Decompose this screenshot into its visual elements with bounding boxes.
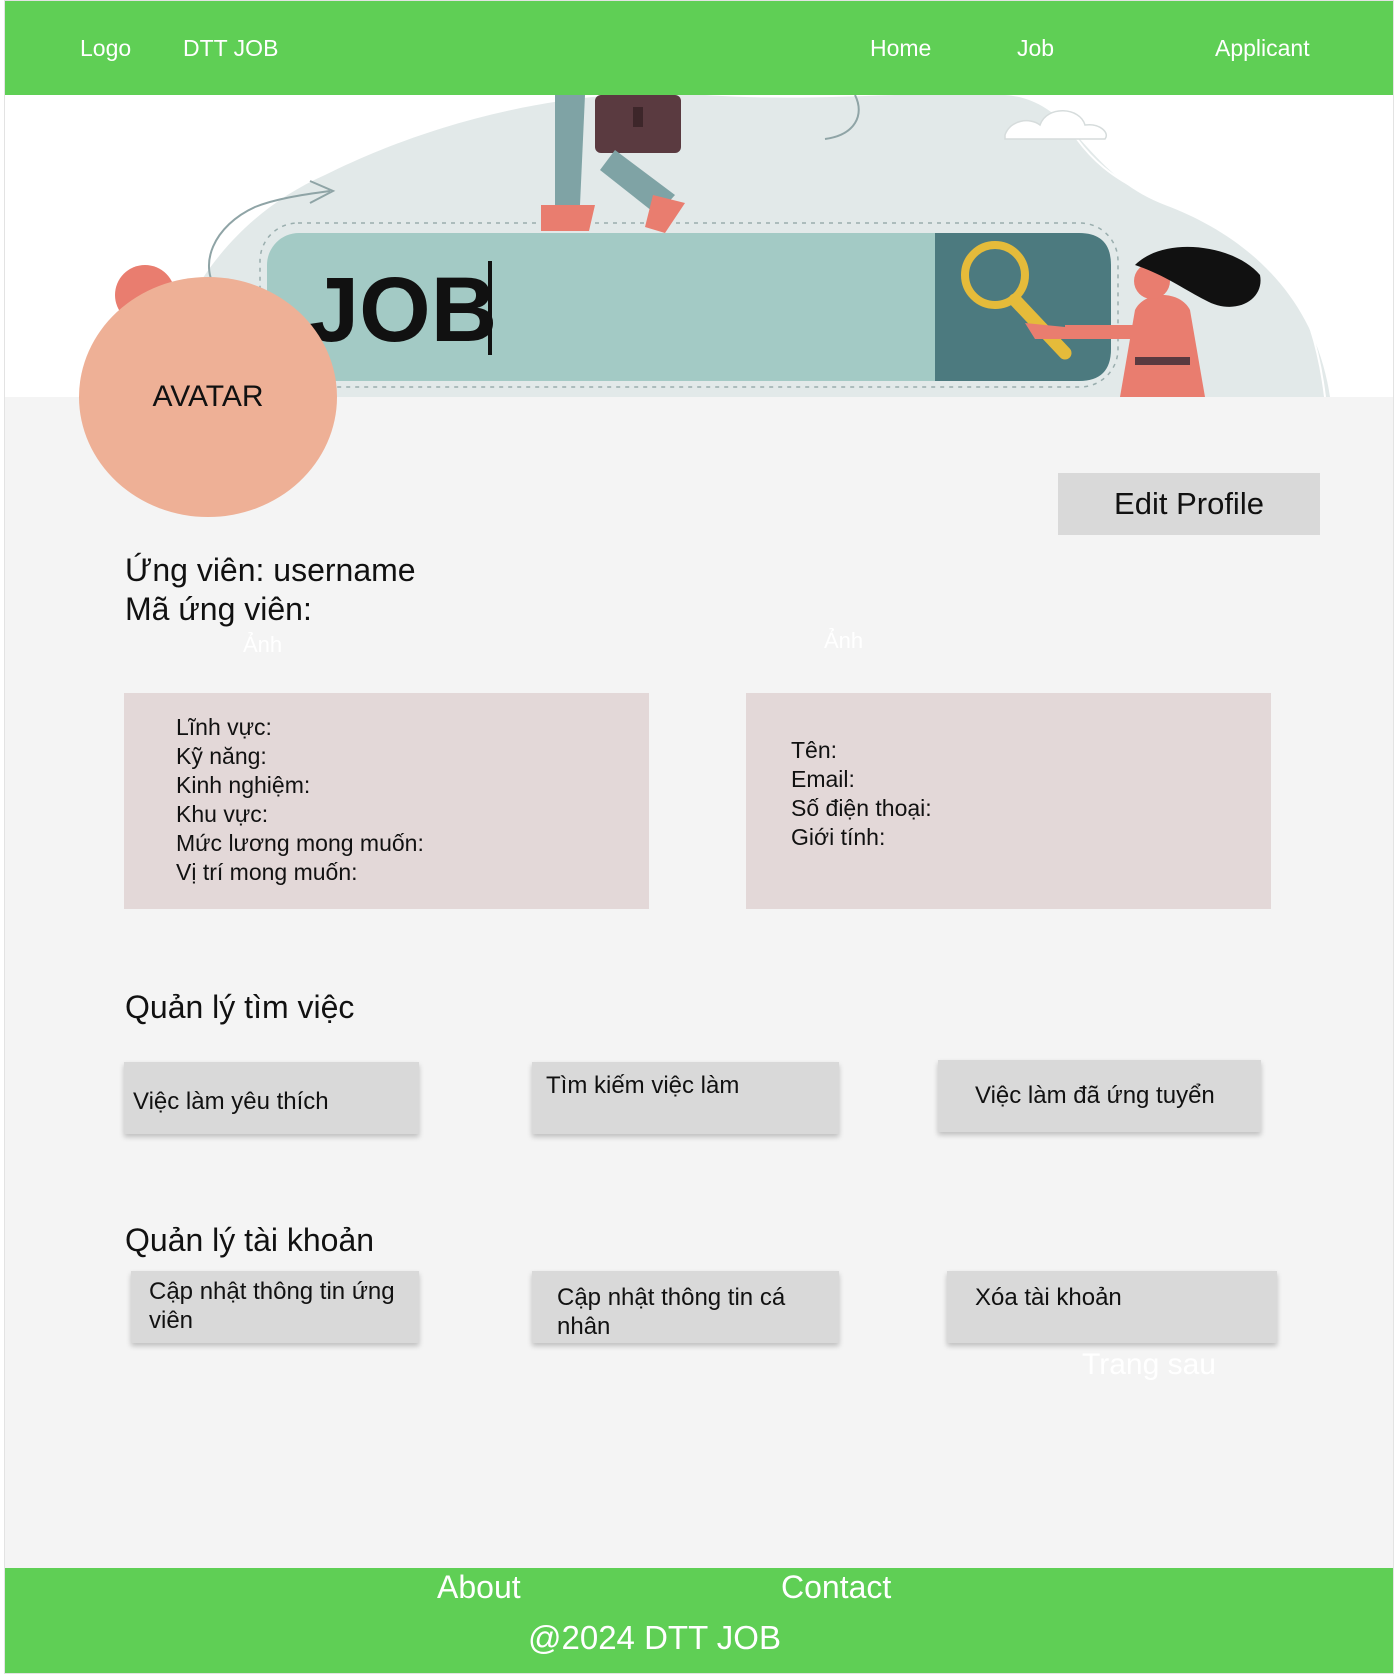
- field-label: Kinh nghiệm:: [176, 772, 311, 798]
- field-label: Vị trí mong muốn:: [176, 859, 358, 885]
- job-management-title: Quản lý tìm việc: [125, 989, 355, 1025]
- account-management-title: Quản lý tài khoản: [125, 1222, 375, 1258]
- candidate-code: Mã ứng viên:: [125, 591, 312, 627]
- nav-home[interactable]: Home: [870, 34, 931, 62]
- nav-job[interactable]: Job: [1017, 34, 1054, 62]
- footer: About Contact @2024 DTT JOB: [5, 1568, 1393, 1673]
- favorite-jobs-button[interactable]: Việc làm yêu thích: [124, 1062, 419, 1134]
- button-label: Việc làm đã ứng tuyển: [975, 1082, 1215, 1109]
- field-label: Giới tính:: [791, 824, 886, 850]
- avatar-label: AVATAR: [152, 380, 264, 413]
- next-page-link[interactable]: Trang sau: [1082, 1348, 1216, 1382]
- field-label: Email:: [791, 766, 855, 792]
- field-label: Lĩnh vực:: [176, 714, 272, 740]
- career-info-panel: Lĩnh vực: Kỹ năng: Kinh nghiệm: Khu vực:…: [124, 693, 649, 909]
- page-frame: Logo DTT JOB Home Job Applicant JOB AVAT…: [4, 0, 1394, 1674]
- applied-jobs-button[interactable]: Việc làm đã ứng tuyển: [938, 1060, 1261, 1132]
- personal-info-fields: Tên: Email: Số điện thoại: Giới tính:: [791, 736, 932, 852]
- button-label: Việc làm yêu thích: [133, 1088, 329, 1115]
- personal-info-panel: Tên: Email: Số điện thoại: Giới tính:: [746, 693, 1271, 909]
- footer-contact-link[interactable]: Contact: [781, 1569, 891, 1606]
- field-label: Khu vực:: [176, 801, 269, 827]
- nav-applicant[interactable]: Applicant: [1215, 34, 1310, 62]
- delete-account-button[interactable]: Xóa tài khoản: [947, 1271, 1277, 1343]
- field-label: Kỹ năng:: [176, 743, 267, 769]
- ghost-image-label-right: Ảnh: [824, 628, 864, 653]
- field-label: Mức lương mong muốn:: [176, 830, 424, 856]
- ghost-image-label-left: Ảnh: [243, 632, 283, 657]
- footer-about-link[interactable]: About: [437, 1569, 521, 1606]
- field-label: Số điện thoại:: [791, 795, 932, 821]
- button-label: Cập nhật thông tin ứng viên: [149, 1278, 395, 1334]
- logo[interactable]: Logo: [80, 34, 131, 62]
- candidate-username: Ứng viên: username: [125, 552, 416, 588]
- button-label: Tìm kiếm việc làm: [546, 1072, 740, 1099]
- update-personal-info-button[interactable]: Cập nhật thông tin cá nhân: [532, 1271, 839, 1343]
- edit-profile-button[interactable]: Edit Profile: [1058, 473, 1320, 535]
- footer-copyright: @2024 DTT JOB: [528, 1619, 781, 1656]
- search-jobs-button[interactable]: Tìm kiếm việc làm: [532, 1062, 839, 1134]
- button-label: Xóa tài khoản: [975, 1284, 1122, 1311]
- button-label: Cập nhật thông tin cá nhân: [557, 1284, 786, 1340]
- update-candidate-info-button[interactable]: Cập nhật thông tin ứng viên: [131, 1271, 419, 1343]
- avatar[interactable]: AVATAR: [79, 277, 337, 517]
- banner-job-text: JOB: [308, 259, 497, 361]
- field-label: Tên:: [791, 737, 838, 763]
- brand-name[interactable]: DTT JOB: [183, 34, 278, 62]
- career-info-fields: Lĩnh vực: Kỹ năng: Kinh nghiệm: Khu vực:…: [176, 713, 424, 887]
- top-navbar: Logo DTT JOB Home Job Applicant: [5, 1, 1393, 95]
